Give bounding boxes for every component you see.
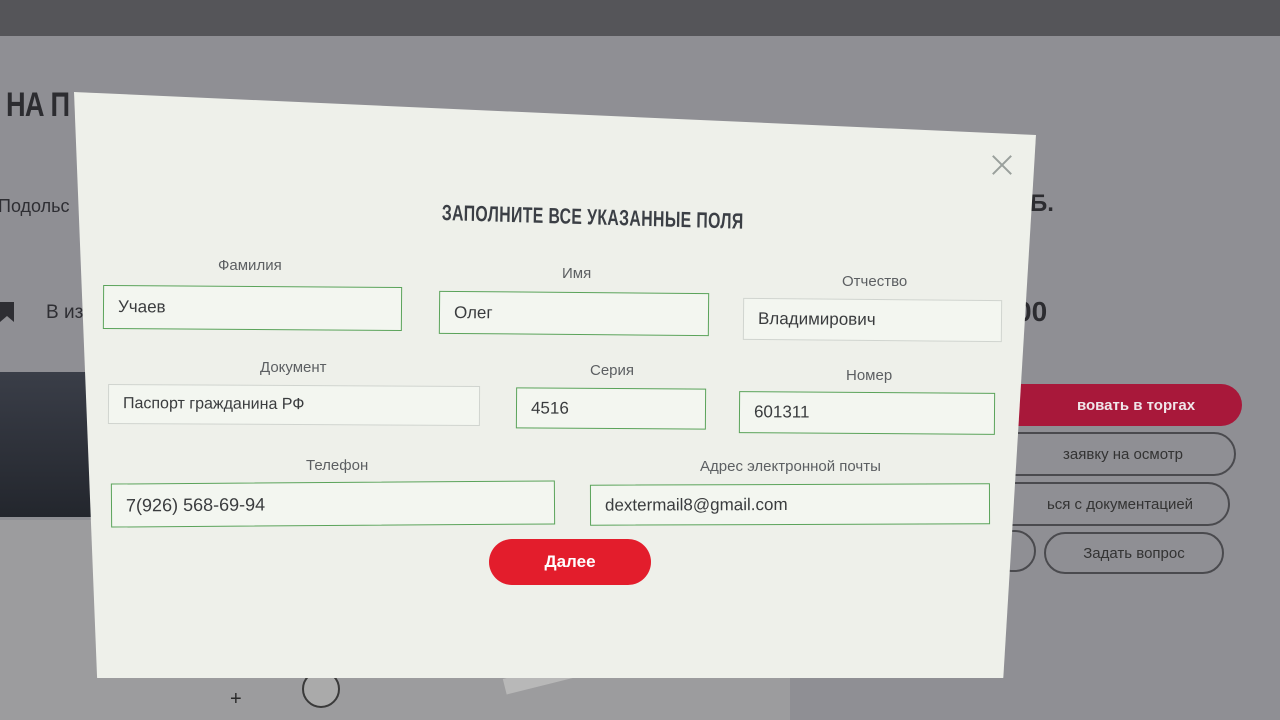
favorites-text: В из: [46, 302, 84, 323]
phone-input[interactable]: [110, 480, 556, 528]
close-icon[interactable]: [990, 152, 1014, 176]
document-label: Документ: [260, 359, 327, 376]
email-input[interactable]: [589, 483, 991, 526]
participate-button[interactable]: вовать в торгах: [990, 384, 1242, 426]
map-zoom-in-icon[interactable]: +: [230, 688, 242, 711]
email-label: Адрес электронной почты: [700, 458, 881, 475]
top-strip: [0, 0, 1280, 36]
surname-input[interactable]: [102, 284, 403, 332]
next-button[interactable]: Далее: [489, 539, 651, 585]
inspection-button[interactable]: заявку на осмотр: [990, 432, 1236, 476]
surname-label: Фамилия: [218, 257, 282, 274]
patronymic-input[interactable]: [742, 297, 1003, 343]
ask-question-button[interactable]: Задать вопрос: [1044, 532, 1224, 574]
city-text: Подольс: [0, 196, 70, 216]
number-input[interactable]: [738, 391, 996, 435]
bookmark-icon[interactable]: [0, 302, 14, 322]
name-input[interactable]: [438, 290, 710, 337]
document-select[interactable]: [107, 384, 481, 426]
documents-button[interactable]: ься с документацией: [990, 482, 1230, 526]
number-label: Номер: [846, 367, 893, 384]
series-label: Серия: [590, 362, 635, 379]
series-input[interactable]: [515, 387, 707, 430]
phone-label: Телефон: [306, 457, 369, 474]
patronymic-label: Отчество: [842, 273, 908, 290]
price-title: Б.: [1030, 190, 1054, 217]
page-heading: НА П: [6, 86, 70, 124]
name-label: Имя: [562, 265, 592, 282]
